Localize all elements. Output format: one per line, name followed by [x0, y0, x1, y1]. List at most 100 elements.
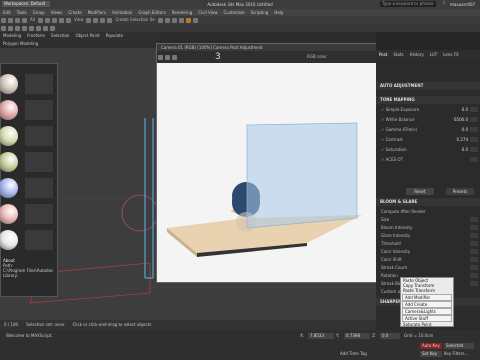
redo-icon[interactable] [8, 17, 13, 23]
key-filters-button[interactable]: Key Filters... [444, 351, 468, 356]
menu-active-stuff[interactable]: Active Stuff [402, 315, 452, 323]
reset-button[interactable]: Reset [406, 188, 434, 195]
tone-row[interactable]: ✓ ACES OT [376, 156, 480, 163]
bloom-row[interactable]: Compute After Render [376, 208, 480, 215]
align-icon[interactable] [164, 17, 170, 23]
angle-snap-icon[interactable] [100, 17, 106, 23]
bloom-field[interactable] [470, 217, 478, 222]
tab-history[interactable]: History [410, 50, 424, 60]
y-coordinate-field[interactable]: 0.7398 [344, 333, 370, 339]
schematic-icon[interactable] [22, 25, 27, 31]
unlink-icon[interactable] [22, 17, 27, 23]
select-icon[interactable] [37, 17, 43, 23]
user-account[interactable]: maxuser007 [450, 1, 475, 8]
material-editor-icon[interactable] [171, 17, 177, 23]
move-icon[interactable] [51, 17, 57, 23]
tone-slider[interactable] [470, 117, 478, 122]
menu-item-views[interactable]: Views [51, 9, 63, 16]
render-frame-icon[interactable] [192, 17, 198, 23]
material-swatch[interactable] [0, 178, 18, 198]
layer-icon[interactable] [1, 25, 6, 31]
curve-editor-icon[interactable] [15, 25, 20, 31]
bloom-field[interactable] [470, 241, 478, 246]
vray-proxy-icon[interactable] [43, 25, 48, 31]
bloom-field[interactable] [470, 273, 478, 278]
material-swatch[interactable] [0, 204, 18, 224]
tone-slider[interactable] [470, 127, 478, 132]
tone-row[interactable]: ✓ Contrast 0.274 [376, 136, 480, 143]
channel-dropdown[interactable]: RGB color [307, 51, 327, 63]
tab-stats[interactable]: Stats [393, 50, 403, 60]
render-setup-icon[interactable] [178, 17, 184, 23]
menu-item-tools[interactable]: Tools [17, 9, 27, 16]
tone-slider[interactable] [470, 107, 478, 112]
menu-item-civil-view[interactable]: Civil View [198, 9, 217, 16]
mirror-icon[interactable] [157, 17, 163, 23]
selection-filter-dropdown[interactable]: All [30, 16, 35, 24]
menu-camera-lights[interactable]: Camera&Lights [402, 308, 452, 316]
menu-item-create[interactable]: Create [68, 9, 81, 16]
material-swatch[interactable] [0, 126, 18, 146]
tone-slider[interactable] [470, 147, 478, 152]
z-coordinate-field[interactable]: 0.0 [380, 333, 400, 339]
snap-icon[interactable] [93, 17, 99, 23]
named-selection-set-field[interactable]: Create Selection Se [115, 16, 154, 24]
bloom-row[interactable]: Size [376, 216, 480, 223]
material-swatch[interactable] [0, 100, 18, 120]
tab-lut[interactable]: LUT [430, 50, 437, 60]
section-tone-mapping[interactable]: TONE MAPPING [376, 96, 480, 104]
help-icon[interactable]: ? [440, 1, 448, 7]
tone-row[interactable]: ✓ White Balance 6500.0 [376, 116, 480, 123]
bloom-row[interactable]: Color Shift [376, 256, 480, 263]
ribbon-polygon-modeling[interactable]: Polygon Modeling [3, 40, 38, 48]
select-by-name-icon[interactable] [44, 17, 50, 23]
open-icon[interactable] [165, 54, 170, 60]
bloom-row[interactable]: Glare Intensity [376, 232, 480, 239]
tone-row[interactable]: ✓ Gamma (Filmic) 0.0 [376, 126, 480, 133]
material-swatch[interactable] [0, 74, 18, 94]
menu-item-rendering[interactable]: Rendering [172, 9, 192, 16]
presets-button[interactable]: Presets [446, 188, 474, 195]
tone-value[interactable]: 6500.0 [454, 116, 468, 123]
menu-item-edit[interactable]: Edit [3, 9, 11, 16]
rotate-icon[interactable] [58, 17, 64, 23]
bloom-field[interactable] [470, 281, 478, 286]
menu-item-help[interactable]: Help [274, 9, 283, 16]
material-swatch[interactable] [0, 152, 18, 172]
tone-slider[interactable] [470, 137, 478, 142]
bloom-row[interactable]: Color Intensity [376, 248, 480, 255]
set-key-button[interactable]: Set Key [420, 351, 442, 357]
x-coordinate-field[interactable]: 7.8533 [308, 333, 334, 339]
menu-item-animation[interactable]: Animation [112, 9, 132, 16]
tone-value[interactable]: 0.0 [462, 126, 468, 133]
reference-coord-dropdown[interactable]: View [74, 16, 84, 24]
scale-icon[interactable] [65, 17, 71, 23]
scene-explorer-icon[interactable] [8, 25, 13, 31]
menu-item-modifiers[interactable]: Modifiers [88, 9, 106, 16]
material-swatch[interactable] [0, 230, 18, 250]
tone-row[interactable]: ✓ Simple Exposure 0.0 [376, 106, 480, 113]
bloom-field[interactable] [470, 225, 478, 230]
vray-icon[interactable] [29, 25, 34, 31]
tab-lens-fx[interactable]: Lens FX [443, 50, 459, 60]
ribbon-tab-selection[interactable]: Selection [51, 32, 69, 40]
workspace-dropdown[interactable]: Workspaces: Default [2, 1, 50, 7]
bloom-row[interactable]: Threshold [376, 240, 480, 247]
tone-value[interactable]: 0.274 [457, 136, 468, 143]
percent-snap-icon[interactable] [107, 17, 113, 23]
menu-add-create[interactable]: Add Create [402, 300, 452, 309]
menu-item-graph-editors[interactable]: Graph Editors [138, 9, 165, 16]
bloom-field[interactable] [470, 233, 478, 238]
maxscript-listener[interactable]: Welcome to MAXScript. [6, 333, 53, 338]
tab-post[interactable]: Post [379, 50, 387, 60]
vray-fur-icon[interactable] [50, 25, 55, 31]
menu-add-modifier[interactable]: Add Modifier [402, 293, 452, 301]
ribbon-tab-populate[interactable]: Populate [106, 32, 123, 40]
ribbon-tab-object-paint[interactable]: Object Paint [75, 32, 99, 40]
vray-light-icon[interactable] [36, 25, 41, 31]
menu-item-customize[interactable]: Customize [224, 9, 245, 16]
section-bloom-glare[interactable]: BLOOM & GLARE [376, 198, 480, 206]
tone-row[interactable]: ✓ Saturation 0.0 [376, 146, 480, 153]
ribbon-tab-freeform[interactable]: Freeform [27, 32, 45, 40]
undo-icon[interactable] [1, 17, 6, 23]
